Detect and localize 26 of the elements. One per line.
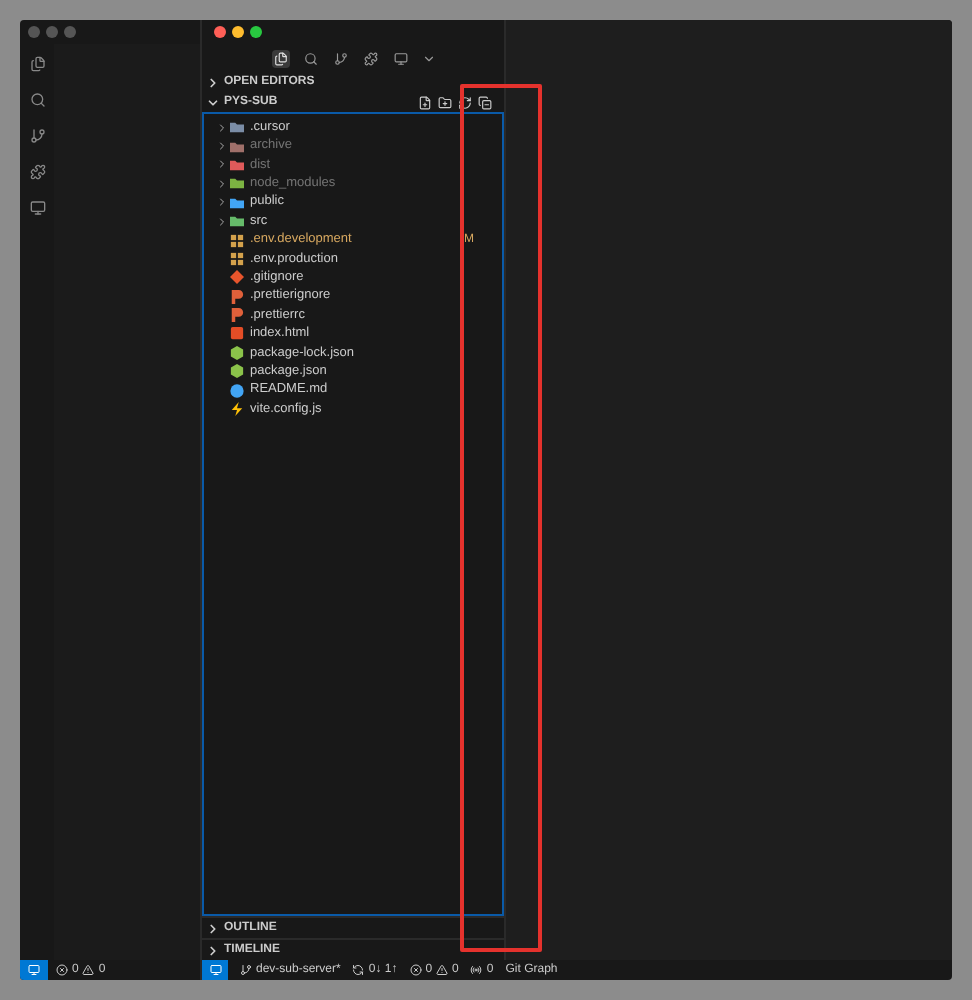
remote-button[interactable] [20, 960, 48, 980]
warning-icon [436, 964, 449, 976]
extensions-icon[interactable] [361, 49, 379, 67]
remote-icon [28, 964, 40, 976]
remote-button[interactable] [202, 960, 228, 980]
warning-icon [82, 964, 95, 976]
extensions-icon[interactable] [29, 164, 45, 180]
files-icon[interactable] [271, 49, 289, 67]
remote-icon[interactable] [391, 49, 409, 67]
source-control-icon[interactable] [331, 49, 349, 67]
error-icon [409, 964, 422, 976]
branch-icon [240, 964, 252, 976]
refresh-icon[interactable] [458, 95, 472, 109]
source-control-icon[interactable] [29, 128, 45, 144]
ports-icon [470, 964, 483, 976]
collapse-icon[interactable] [478, 95, 492, 109]
new-folder-icon[interactable] [438, 95, 452, 109]
search-icon[interactable] [29, 92, 45, 108]
sync-icon [352, 964, 365, 976]
remote-icon [209, 964, 221, 976]
more-views-icon[interactable] [421, 51, 435, 65]
remote-icon[interactable] [29, 200, 45, 216]
new-file-icon[interactable] [418, 95, 432, 109]
search-icon[interactable] [301, 49, 319, 67]
error-icon [56, 964, 68, 976]
files-icon[interactable] [29, 56, 45, 72]
